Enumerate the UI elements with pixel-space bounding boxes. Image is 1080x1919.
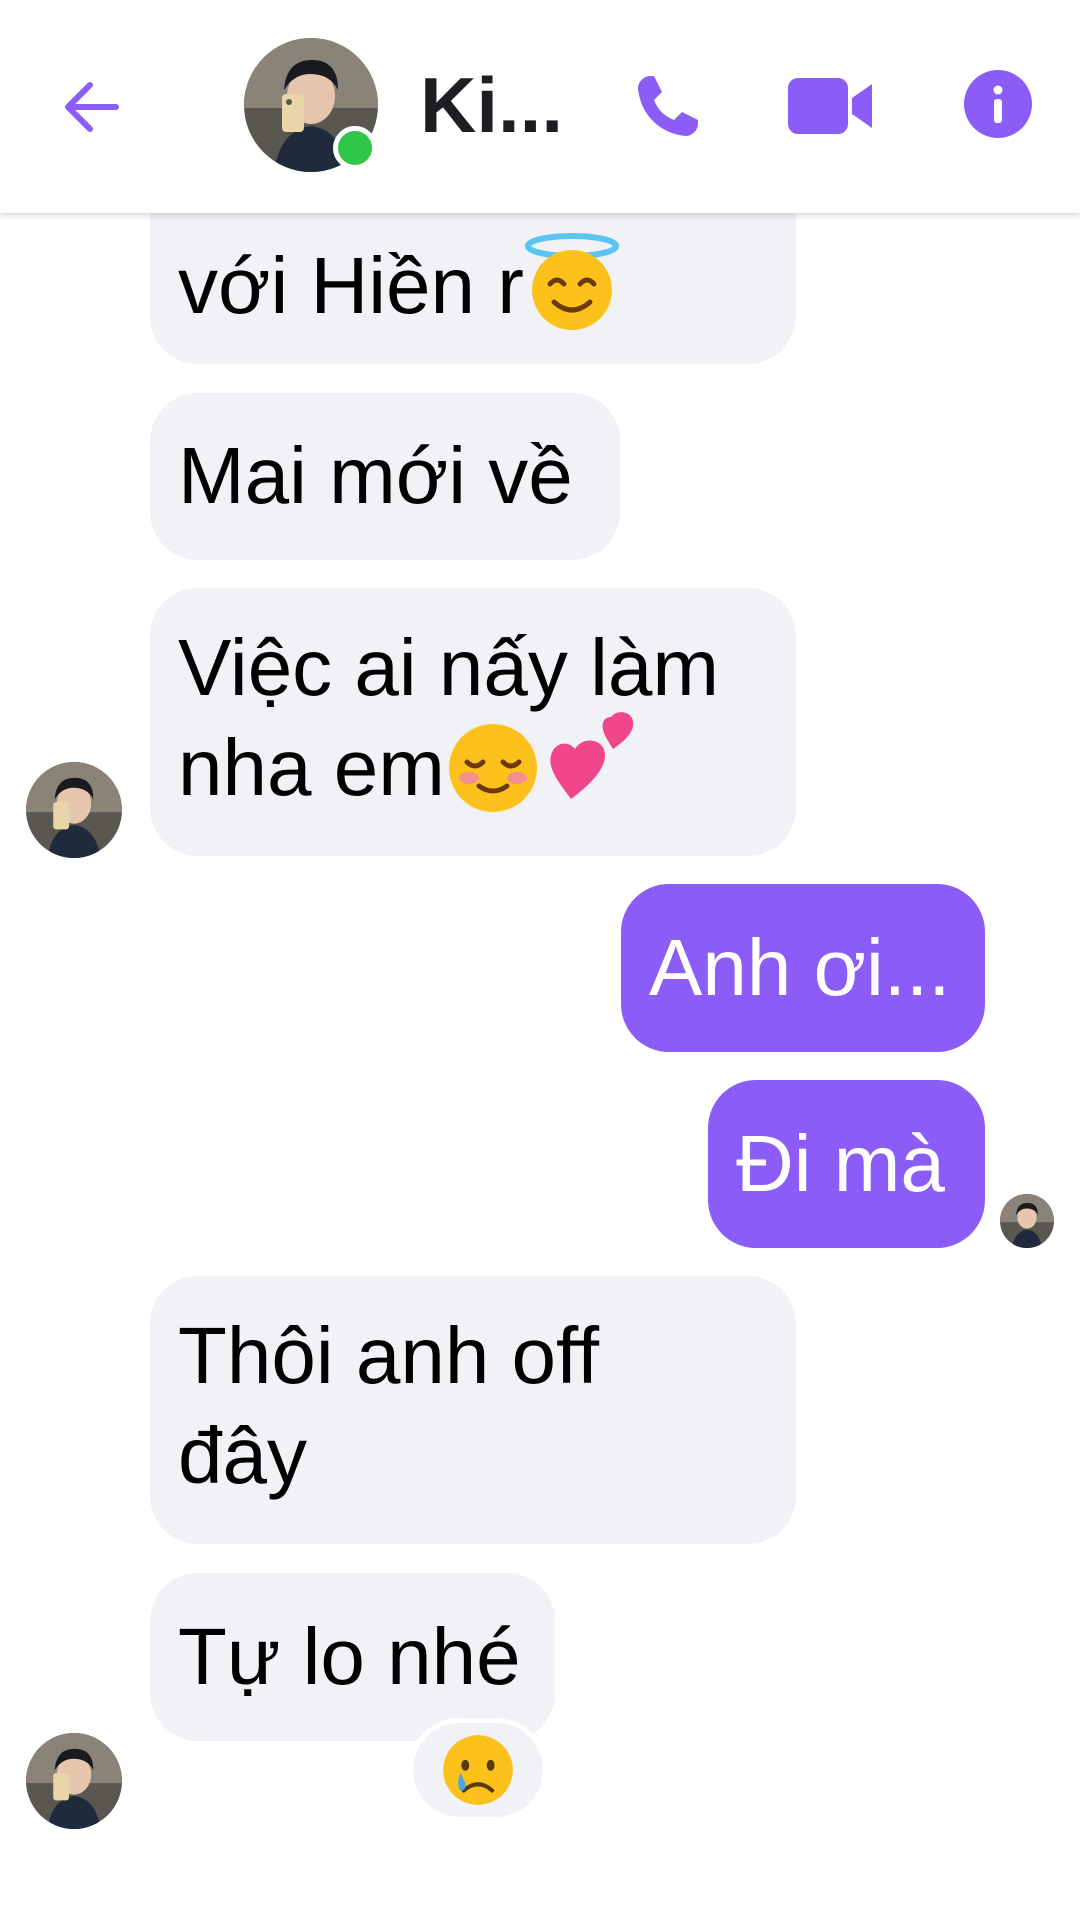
message-bubble-outgoing[interactable]: Anh ơi...: [621, 884, 985, 1052]
message-bubble-incoming[interactable]: Việc ai nấy làm nha em: [150, 588, 796, 856]
message-text-line: đây: [178, 1411, 307, 1500]
message-text-line: Thôi anh off: [178, 1311, 600, 1400]
chat-header: Ki...: [0, 0, 1080, 213]
info-icon[interactable]: [962, 68, 1034, 140]
two-hearts-emoji: [550, 711, 634, 799]
message-bubble-incoming[interactable]: Tự lo nhé: [150, 1573, 555, 1741]
message-bubble-incoming[interactable]: Thôi anh off đây: [150, 1276, 796, 1544]
message-bubble-outgoing[interactable]: Đi mà: [708, 1080, 985, 1248]
message-bubble-incoming[interactable]: Mai mới về: [150, 393, 620, 560]
phone-icon[interactable]: [632, 70, 704, 142]
smiling-face-with-halo-emoji: [524, 232, 619, 330]
back-arrow-icon[interactable]: [56, 70, 130, 144]
seen-receipt-avatar: [1000, 1194, 1054, 1248]
message-text: với Hiền r: [178, 241, 524, 330]
message-text: Mai mới về: [178, 431, 573, 520]
contact-avatar-small[interactable]: [26, 762, 122, 858]
contact-avatar-small[interactable]: [26, 1733, 122, 1829]
contact-name[interactable]: Ki...: [420, 50, 563, 160]
message-text: Đi mà: [736, 1119, 945, 1208]
message-text: Tự lo nhé: [178, 1612, 521, 1701]
smiling-face-blush-emoji: [448, 723, 537, 812]
message-text-line: Việc ai nấy làm: [178, 623, 720, 712]
message-reaction[interactable]: [408, 1718, 548, 1822]
online-status-indicator: [333, 126, 377, 170]
message-text-line: nha em: [178, 723, 445, 812]
video-camera-icon[interactable]: [786, 72, 874, 140]
message-text: Anh ơi...: [649, 923, 951, 1012]
crying-face-icon: [443, 1735, 513, 1805]
